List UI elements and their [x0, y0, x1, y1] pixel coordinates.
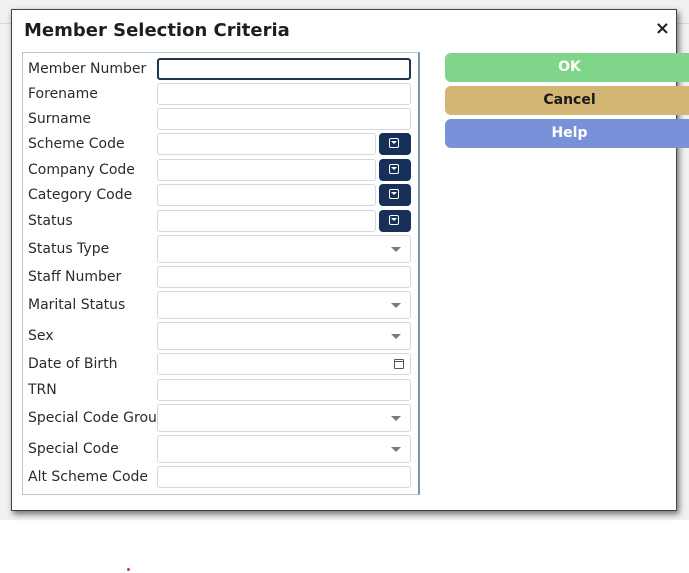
member-selection-dialog: Member Selection Criteria × Member Numbe…: [11, 9, 689, 511]
alt-scheme-code-input[interactable]: [157, 466, 411, 488]
chevron-down-icon: [391, 416, 401, 421]
label-member-number: Member Number: [28, 61, 147, 77]
trn-input[interactable]: [157, 379, 411, 401]
label-scheme-code: Scheme Code: [28, 136, 125, 152]
special-code-group-select[interactable]: [157, 404, 411, 432]
lookup-list-icon: [389, 215, 399, 225]
label-special-code: Special Code: [28, 441, 119, 457]
label-category-code: Category Code: [28, 187, 133, 203]
scheme-code-lookup-button[interactable]: [379, 133, 411, 155]
status-input[interactable]: [157, 210, 376, 232]
chevron-down-icon: [391, 334, 401, 339]
cancel-button[interactable]: Cancel: [445, 86, 689, 115]
label-status-type: Status Type: [28, 241, 110, 257]
category-code-lookup-button[interactable]: [379, 184, 411, 206]
sex-select[interactable]: [157, 322, 411, 350]
criteria-form: Member Number Forename Surname Scheme Co…: [22, 52, 420, 495]
label-status: Status: [28, 213, 73, 229]
company-code-lookup-button[interactable]: [379, 159, 411, 181]
marital-status-select[interactable]: [157, 291, 411, 319]
surname-input[interactable]: [157, 108, 411, 130]
date-of-birth-input[interactable]: [157, 353, 411, 375]
close-icon[interactable]: ×: [655, 18, 670, 39]
category-code-input[interactable]: [157, 184, 376, 206]
forename-input[interactable]: [157, 83, 411, 105]
cursor-dot: [127, 568, 130, 571]
special-code-select[interactable]: [157, 435, 411, 463]
chevron-down-icon: [391, 447, 401, 452]
chevron-down-icon: [391, 247, 401, 252]
label-date-of-birth: Date of Birth: [28, 356, 118, 372]
calendar-icon[interactable]: [394, 359, 404, 369]
label-marital-status: Marital Status: [28, 297, 126, 313]
company-code-input[interactable]: [157, 159, 376, 181]
lookup-list-icon: [389, 189, 399, 199]
scheme-code-input[interactable]: [157, 133, 376, 155]
label-alt-scheme-code: Alt Scheme Code: [28, 469, 149, 485]
help-button[interactable]: Help: [445, 119, 689, 148]
label-special-code-group: Special Code Group: [28, 410, 166, 426]
label-staff-number: Staff Number: [28, 269, 122, 285]
ok-button[interactable]: OK: [445, 53, 689, 82]
dialog-title: Member Selection Criteria: [24, 20, 290, 41]
label-forename: Forename: [28, 86, 98, 102]
staff-number-input[interactable]: [157, 266, 411, 288]
lookup-list-icon: [389, 138, 399, 148]
label-company-code: Company Code: [28, 162, 135, 178]
label-sex: Sex: [28, 328, 54, 344]
status-lookup-button[interactable]: [379, 210, 411, 232]
member-number-input[interactable]: [157, 58, 411, 80]
lookup-list-icon: [389, 164, 399, 174]
label-trn: TRN: [28, 382, 57, 398]
status-type-select[interactable]: [157, 235, 411, 263]
label-surname: Surname: [28, 111, 91, 127]
chevron-down-icon: [391, 303, 401, 308]
